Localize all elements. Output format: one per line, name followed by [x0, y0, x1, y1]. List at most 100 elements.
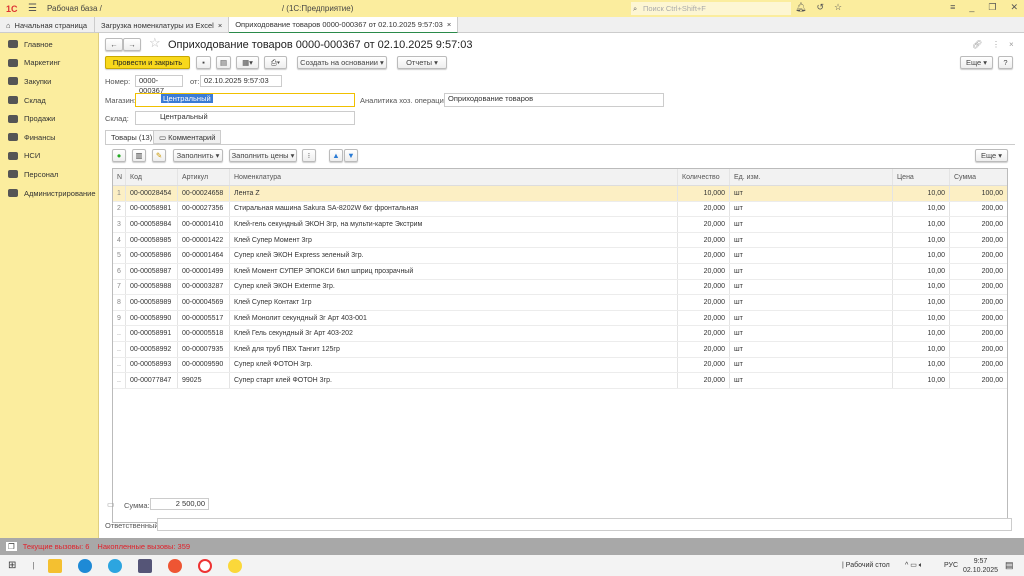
- tab-excel-import[interactable]: Загрузка номенклатуры из Excel ×: [95, 17, 230, 33]
- column-header[interactable]: Артикул: [178, 169, 230, 185]
- fill-prices-button[interactable]: Заполнить цены ▾: [229, 149, 297, 162]
- forward-button[interactable]: →: [123, 38, 141, 51]
- purchases-icon: [8, 77, 18, 86]
- menu-icon[interactable]: ☰: [28, 3, 37, 14]
- date-field[interactable]: 02.10.2025 9:57:03: [200, 75, 282, 87]
- star-icon[interactable]: ☆: [834, 2, 842, 13]
- close-icon[interactable]: ×: [447, 20, 451, 29]
- sidebar-item-admin[interactable]: Администрирование: [0, 184, 98, 203]
- table-row[interactable]: 9 00-00058990 00-00005517 Клей Монолит секу…: [113, 310, 1007, 327]
- table-row[interactable]: 7 00-00058988 00-00003287 Супер клей ЭКОН E…: [113, 279, 1007, 296]
- back-button[interactable]: ←: [105, 38, 123, 51]
- fill-button[interactable]: Заполнить ▾: [173, 149, 223, 162]
- table-more-button[interactable]: Еще ▾: [975, 149, 1008, 162]
- language-indicator[interactable]: РУС: [944, 562, 958, 569]
- settings-menu-icon[interactable]: ≡: [950, 2, 955, 13]
- analytics-field[interactable]: Оприходование товаров: [444, 93, 664, 107]
- table-row[interactable]: 2 00-00058981 00-00027356 Стиральная машина…: [113, 201, 1007, 218]
- column-header[interactable]: Код: [126, 169, 178, 185]
- table-row[interactable]: 8 00-00058989 00-00004569 Клей Супер Контак…: [113, 295, 1007, 311]
- table-row[interactable]: 3 00-00058984 00-00001410 Клей-гель секундн…: [113, 217, 1007, 233]
- table-row[interactable]: .. 00-00077847 99025 Супер старт клей ФОТОН…: [113, 373, 1007, 389]
- windows-icon[interactable]: ❐: [6, 542, 17, 551]
- table-cell: 200,00: [981, 252, 1003, 260]
- help-button[interactable]: ?: [998, 56, 1013, 69]
- warehouse-icon: [8, 96, 18, 105]
- search-bar-icon[interactable]: |: [32, 561, 34, 570]
- edit-icon[interactable]: ✎: [152, 149, 166, 162]
- sidebar-item-personnel[interactable]: Персонал: [0, 165, 98, 184]
- restore-icon[interactable]: ❐: [988, 2, 996, 13]
- column-header[interactable]: Сумма: [950, 169, 1007, 185]
- clock[interactable]: 9:57 02.10.2025: [963, 557, 998, 575]
- table-cell: 00-00001499: [178, 263, 230, 279]
- sidebar-label: Персонал: [24, 169, 59, 179]
- warehouse-field[interactable]: Центральный: [135, 111, 355, 125]
- more-vert-icon[interactable]: ⋮: [992, 40, 1000, 49]
- yandex-icon[interactable]: [168, 558, 183, 573]
- tab-home[interactable]: ⌂ Начальная страница: [0, 17, 95, 33]
- number-field[interactable]: 0000-000367: [135, 75, 183, 95]
- bell-icon[interactable]: 🔔︎: [795, 2, 806, 13]
- select-icon[interactable]: ▥: [132, 149, 146, 162]
- table-row[interactable]: .. 00-00058992 00-00007935 Клей для труб ПВ…: [113, 341, 1007, 358]
- move-up-icon[interactable]: ▲: [329, 149, 343, 162]
- column-header[interactable]: Цена: [893, 169, 950, 185]
- table-cell: 00-00058990: [126, 310, 178, 326]
- sidebar-item-purchases[interactable]: Закупки: [0, 72, 98, 91]
- tab-goods[interactable]: Товары (13): [105, 130, 159, 145]
- create-based-on-button[interactable]: Создать на основании ▾: [297, 56, 387, 69]
- tray-icons[interactable]: ^ ▭ 🔈︎: [905, 561, 923, 570]
- table-row[interactable]: .. 00-00058991 00-00005518 Клей Гель секунд…: [113, 326, 1007, 342]
- column-header[interactable]: Количество: [678, 169, 730, 185]
- tab-comment[interactable]: ▭ Комментарий: [153, 130, 222, 144]
- column-header[interactable]: Номенклатура: [230, 169, 678, 185]
- structure-icon[interactable]: ▦▾: [236, 56, 259, 69]
- column-header[interactable]: Ед. изм.: [730, 169, 893, 185]
- minimize-icon[interactable]: _: [969, 2, 974, 13]
- sidebar-item-nsi[interactable]: НСИ: [0, 147, 98, 166]
- table-cell: 00-00058981: [126, 201, 178, 217]
- close-form-icon[interactable]: ×: [1009, 40, 1014, 49]
- table-row[interactable]: 4 00-00058985 00-00001422 Клей Супер Момент…: [113, 232, 1007, 249]
- notifications-icon[interactable]: ▤: [1005, 560, 1014, 571]
- tab-document[interactable]: Оприходование товаров 0000-000367 от 02.…: [229, 17, 459, 33]
- table-row[interactable]: 1 00-00028454 00-00024658 Лента Z 10,000 шт 10…: [113, 186, 1007, 202]
- sidebar-item-marketing[interactable]: Маркетинг: [0, 54, 98, 73]
- post-and-close-button[interactable]: Провести и закрыть: [105, 56, 190, 69]
- sidebar-item-finance[interactable]: Финансы: [0, 128, 98, 147]
- sidebar-item-sales[interactable]: Продажи: [0, 109, 98, 128]
- sidebar-item-main[interactable]: Главное: [0, 35, 98, 54]
- search-input[interactable]: Поиск Ctrl+Shift+F: [631, 2, 791, 15]
- column-header[interactable]: N: [113, 169, 126, 185]
- yandex-browser-icon[interactable]: [198, 558, 213, 573]
- store-field[interactable]: Центральный: [135, 93, 355, 107]
- sum-field: 2 500,00: [150, 498, 209, 510]
- columns-icon[interactable]: ⁝: [302, 149, 316, 162]
- reports-button[interactable]: Отчеты ▾: [397, 56, 447, 69]
- desktop-label[interactable]: | Рабочий стол: [842, 562, 890, 569]
- close-icon[interactable]: ×: [218, 21, 222, 30]
- telegram-icon[interactable]: [108, 558, 123, 573]
- windows-start-icon[interactable]: ⊞: [8, 560, 16, 571]
- explorer-icon[interactable]: [48, 558, 63, 573]
- link-icon[interactable]: 🔗︎: [972, 40, 982, 49]
- table-row[interactable]: .. 00-00058993 00-00009590 Супер клей ФОТОН…: [113, 357, 1007, 374]
- 1c-app-icon[interactable]: [228, 558, 243, 573]
- sidebar-item-warehouse[interactable]: Склад: [0, 91, 98, 110]
- print-icon[interactable]: ⎙▾: [264, 56, 287, 69]
- calculator-icon[interactable]: [138, 558, 153, 573]
- more-button[interactable]: Еще ▾: [960, 56, 993, 69]
- save-icon[interactable]: ▪: [196, 56, 211, 69]
- history-icon[interactable]: ↺: [816, 2, 824, 13]
- post-icon[interactable]: ▤: [216, 56, 231, 69]
- move-down-icon[interactable]: ▼: [344, 149, 358, 162]
- favorite-star-icon[interactable]: ☆: [149, 35, 161, 51]
- responsible-field[interactable]: [157, 518, 1012, 531]
- close-icon[interactable]: ✕: [1010, 2, 1018, 13]
- table-row[interactable]: 6 00-00058987 00-00001499 Клей Момент СУПЕР…: [113, 263, 1007, 280]
- table-row[interactable]: 5 00-00058986 00-00001464 Супер клей ЭКОН E…: [113, 248, 1007, 264]
- add-row-icon[interactable]: ●: [112, 149, 126, 162]
- edge-icon[interactable]: [78, 558, 93, 573]
- table-cell: 10,00: [893, 201, 950, 217]
